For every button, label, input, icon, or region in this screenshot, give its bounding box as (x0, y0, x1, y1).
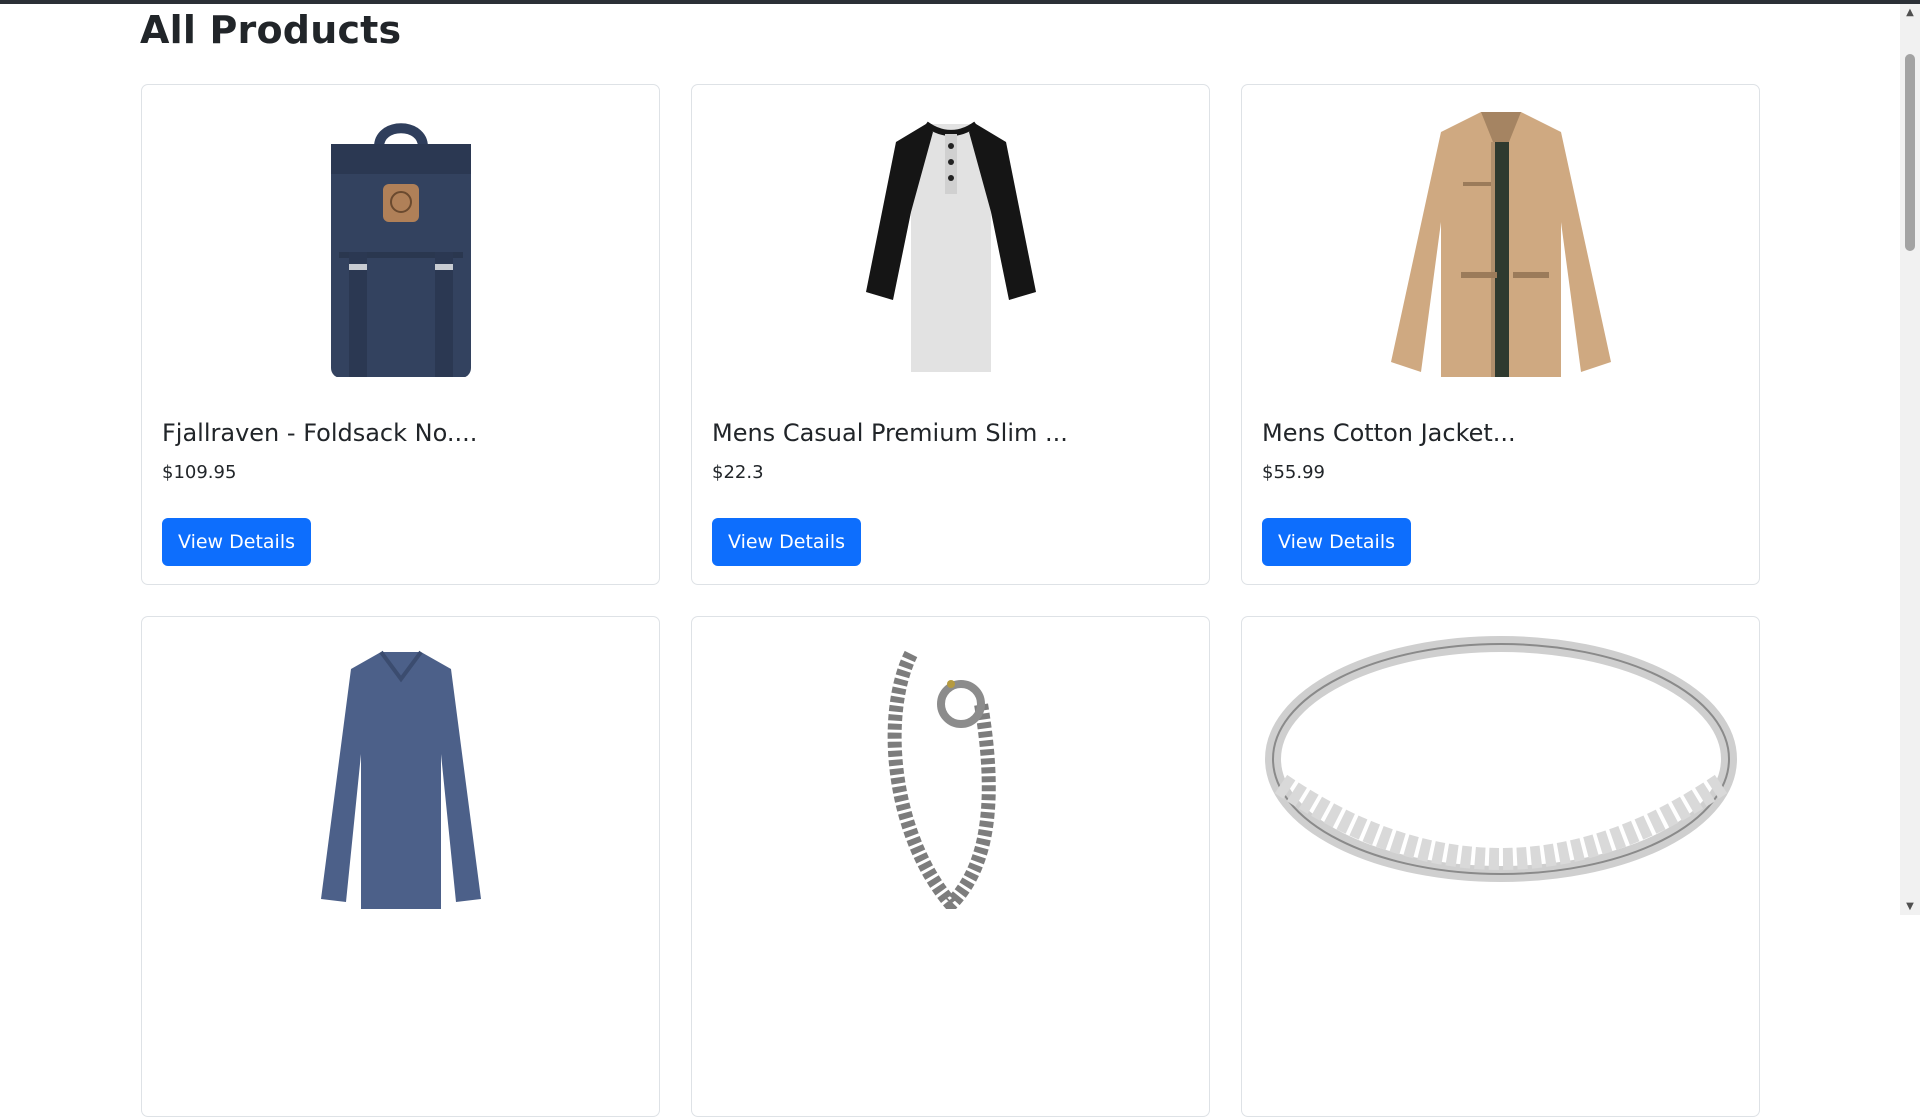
page-title: All Products (140, 8, 402, 52)
product-title: Fjallraven - Foldsack No.... (162, 419, 478, 447)
jacket-image (1390, 112, 1611, 377)
product-image-longsleeve (142, 634, 659, 909)
scrollbar-thumb[interactable] (1905, 54, 1915, 251)
view-details-button[interactable]: View Details (712, 518, 861, 566)
product-title: Mens Casual Premium Slim ... (712, 419, 1068, 447)
bracelet-image (887, 650, 996, 909)
ring-image (1264, 636, 1737, 882)
product-title: Mens Cotton Jacket... (1262, 419, 1516, 447)
product-image-henley (692, 102, 1209, 377)
product-price: $109.95 (162, 462, 237, 483)
product-image-bracelet (692, 634, 1209, 909)
product-card: Mens Cotton Jacket... $55.99 View Detail… (1241, 84, 1760, 585)
scroll-up-arrow-icon[interactable]: ▲ (1900, 4, 1920, 21)
product-price: $55.99 (1262, 462, 1325, 483)
product-card (691, 616, 1210, 1117)
product-card (141, 616, 660, 1117)
product-price: $22.3 (712, 462, 764, 483)
scroll-down-arrow-icon[interactable]: ▼ (1900, 898, 1920, 915)
view-details-button[interactable]: View Details (162, 518, 311, 566)
vertical-scrollbar[interactable]: ▲ ▼ (1900, 4, 1920, 915)
product-image-jacket (1242, 102, 1759, 377)
product-grid: Fjallraven - Foldsack No.... $109.95 Vie… (141, 84, 1760, 1117)
product-image-backpack (142, 102, 659, 377)
products-page: All Products Fjallraven - Foldsack No...… (0, 0, 1900, 1117)
product-card (1241, 616, 1760, 1117)
backpack-image (330, 123, 471, 377)
shirt-image (865, 121, 1036, 372)
longsleeve-image (320, 650, 481, 909)
product-card: Mens Casual Premium Slim ... $22.3 View … (691, 84, 1210, 585)
product-card: Fjallraven - Foldsack No.... $109.95 Vie… (141, 84, 660, 585)
product-image-ring (1242, 634, 1759, 909)
view-details-button[interactable]: View Details (1262, 518, 1411, 566)
